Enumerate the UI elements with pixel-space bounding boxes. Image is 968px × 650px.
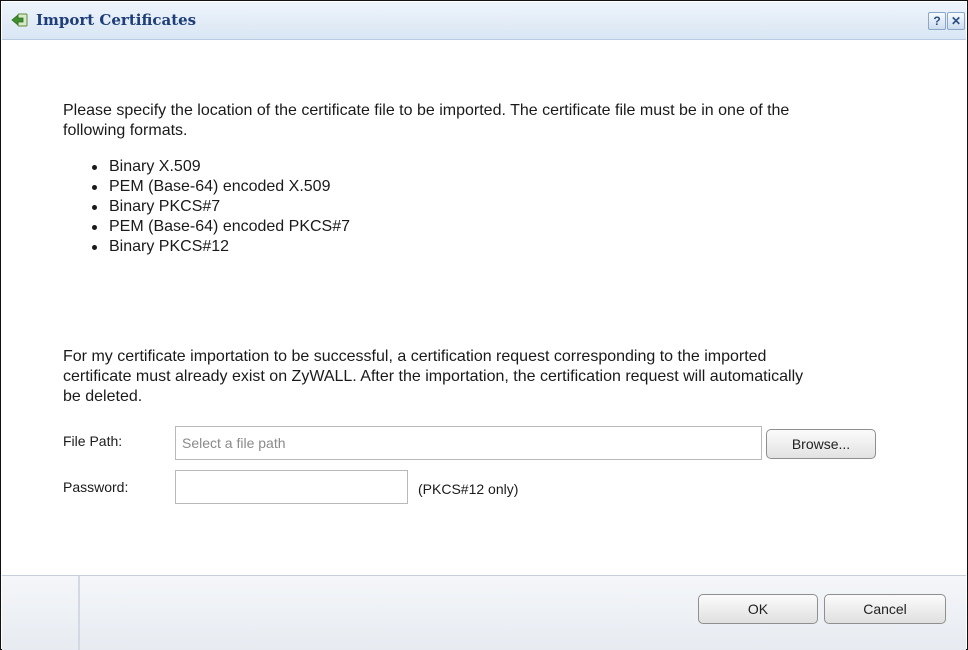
- intro-text: Please specify the location of the certi…: [63, 102, 790, 139]
- format-list: Binary X.509 PEM (Base-64) encoded X.509…: [89, 157, 350, 257]
- close-icon[interactable]: ✕: [947, 12, 965, 30]
- list-item: Binary PKCS#12: [89, 237, 350, 257]
- file-path-label: File Path:: [63, 433, 123, 449]
- dialog-titlebar: Import Certificates ? ✕: [2, 2, 966, 40]
- file-path-input[interactable]: [175, 426, 762, 460]
- list-item: PEM (Base-64) encoded X.509: [89, 177, 350, 197]
- ok-button[interactable]: OK: [698, 594, 818, 624]
- cancel-button[interactable]: Cancel: [824, 594, 946, 624]
- list-item: Binary X.509: [89, 157, 350, 177]
- dialog-title: Import Certificates: [36, 11, 197, 29]
- browse-button[interactable]: Browse...: [766, 429, 876, 459]
- dialog-footer: OK Cancel: [2, 575, 966, 650]
- list-item: Binary PKCS#7: [89, 197, 350, 217]
- password-label: Password:: [63, 479, 129, 495]
- password-hint: (PKCS#12 only): [418, 481, 519, 497]
- footer-divider: [78, 576, 80, 650]
- list-item: PEM (Base-64) encoded PKCS#7: [89, 217, 350, 237]
- import-arrow-icon: [11, 11, 29, 29]
- import-note-text: For my certificate importation to be suc…: [63, 348, 804, 405]
- help-icon[interactable]: ?: [928, 12, 946, 30]
- password-input[interactable]: [175, 470, 408, 504]
- import-certificates-dialog: Import Certificates ? ✕ Please specify t…: [0, 0, 968, 650]
